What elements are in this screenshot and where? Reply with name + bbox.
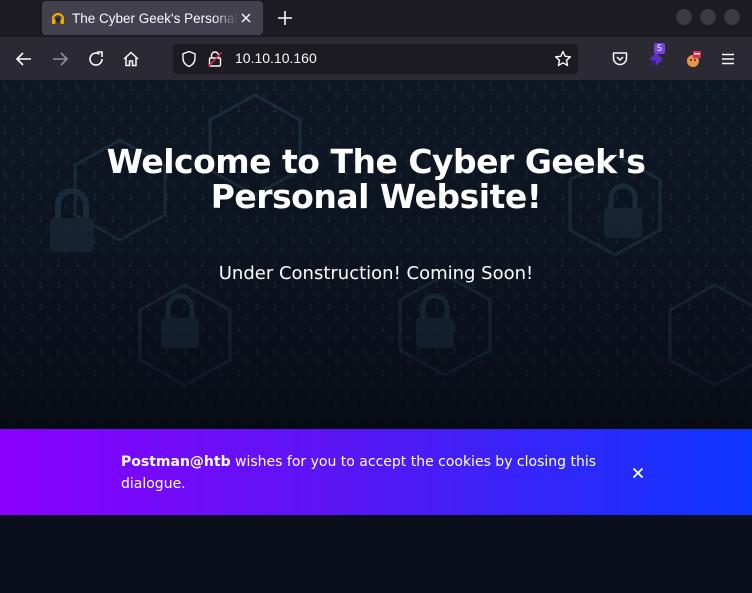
hacker-favicon-icon <box>51 11 65 25</box>
new-tab-plus-icon[interactable] <box>275 8 295 28</box>
cookie-brand: Postman@htb <box>121 454 231 470</box>
url-bar[interactable]: 10.10.10.160 <box>173 44 578 74</box>
minimize-window-button[interactable] <box>676 9 692 25</box>
extension-badge: 5 <box>654 43 666 54</box>
navigation-toolbar: 10.10.10.160 5 <box>0 37 752 80</box>
proxy-extension-icon[interactable] <box>681 47 705 71</box>
lock-insecure-icon[interactable] <box>207 50 223 72</box>
url-text[interactable]: 10.10.10.160 <box>235 50 317 66</box>
arrow-left-icon[interactable] <box>12 47 36 71</box>
reload-icon[interactable] <box>84 47 108 71</box>
shield-icon[interactable] <box>181 50 197 72</box>
tab-close-icon[interactable] <box>238 10 254 26</box>
close-window-button[interactable] <box>724 9 740 25</box>
tab-bar: The Cyber Geek's Personal Website <box>0 0 752 37</box>
cookie-close-icon[interactable] <box>631 465 645 479</box>
cookie-banner: Postman@htb wishes for you to accept the… <box>0 429 752 515</box>
home-icon[interactable] <box>119 47 143 71</box>
tab-title: The Cyber Geek's Personal Website <box>72 10 238 26</box>
star-icon[interactable] <box>554 50 572 72</box>
cookie-message: Postman@htb wishes for you to accept the… <box>121 451 601 495</box>
maximize-window-button[interactable] <box>700 9 716 25</box>
page-title: Welcome to The Cyber Geek's Personal Web… <box>106 142 646 216</box>
tab-active[interactable]: The Cyber Geek's Personal Website <box>42 1 263 35</box>
page-footer-area <box>0 515 752 593</box>
matrix-padlock-background: 1 0 <box>0 80 752 429</box>
arrow-right-icon[interactable] <box>48 47 72 71</box>
pocket-icon[interactable] <box>608 47 632 71</box>
hamburger-menu-icon[interactable] <box>716 47 740 71</box>
hero-section: 1 0 We <box>0 80 752 429</box>
page-subtitle: Under Construction! Coming Soon! <box>218 263 534 284</box>
